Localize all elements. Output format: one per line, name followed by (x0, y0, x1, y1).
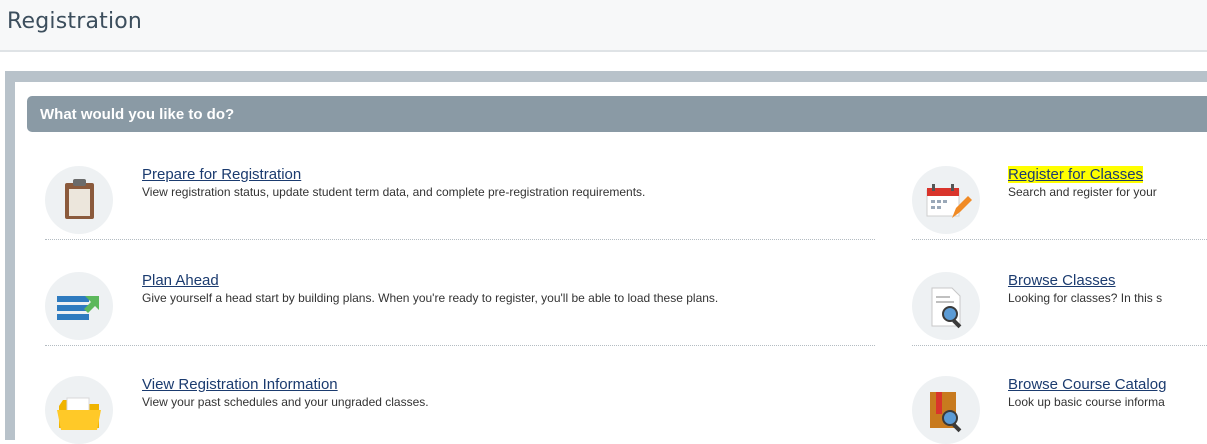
prepare-registration-description: View registration status, update student… (142, 185, 646, 199)
page-header: Registration (0, 0, 1207, 52)
plan-ahead-link[interactable]: Plan Ahead (142, 272, 219, 289)
folder-icon (45, 376, 113, 444)
divider (45, 239, 875, 240)
content-panel: What would you like to do? Prepare for R… (15, 82, 1207, 444)
page-title: Registration (7, 9, 143, 34)
view-registration-info-description: View your past schedules and your ungrad… (142, 395, 429, 409)
divider (912, 239, 1207, 240)
document-search-icon (912, 272, 980, 340)
divider (912, 345, 1207, 346)
content-frame: What would you like to do? Prepare for R… (5, 71, 1207, 444)
plan-list-icon (45, 272, 113, 340)
plan-ahead-description: Give yourself a head start by building p… (142, 291, 719, 305)
browse-course-catalog-description: Look up basic course informa (1008, 395, 1165, 409)
register-classes-description: Search and register for your (1008, 185, 1157, 199)
register-classes-link[interactable]: Register for Classes (1008, 166, 1144, 183)
view-registration-info-link[interactable]: View Registration Information (142, 376, 338, 393)
section-title: What would you like to do? (40, 106, 235, 123)
browse-classes-description: Looking for classes? In this s (1008, 291, 1163, 305)
browse-course-catalog-link[interactable]: Browse Course Catalog (1008, 376, 1166, 393)
clipboard-icon (45, 166, 113, 234)
book-search-icon (912, 376, 980, 444)
prepare-registration-link[interactable]: Prepare for Registration (142, 166, 301, 183)
section-header: What would you like to do? (27, 96, 1207, 132)
calendar-edit-icon (912, 166, 980, 234)
divider (45, 345, 875, 346)
browse-classes-link[interactable]: Browse Classes (1008, 272, 1116, 289)
